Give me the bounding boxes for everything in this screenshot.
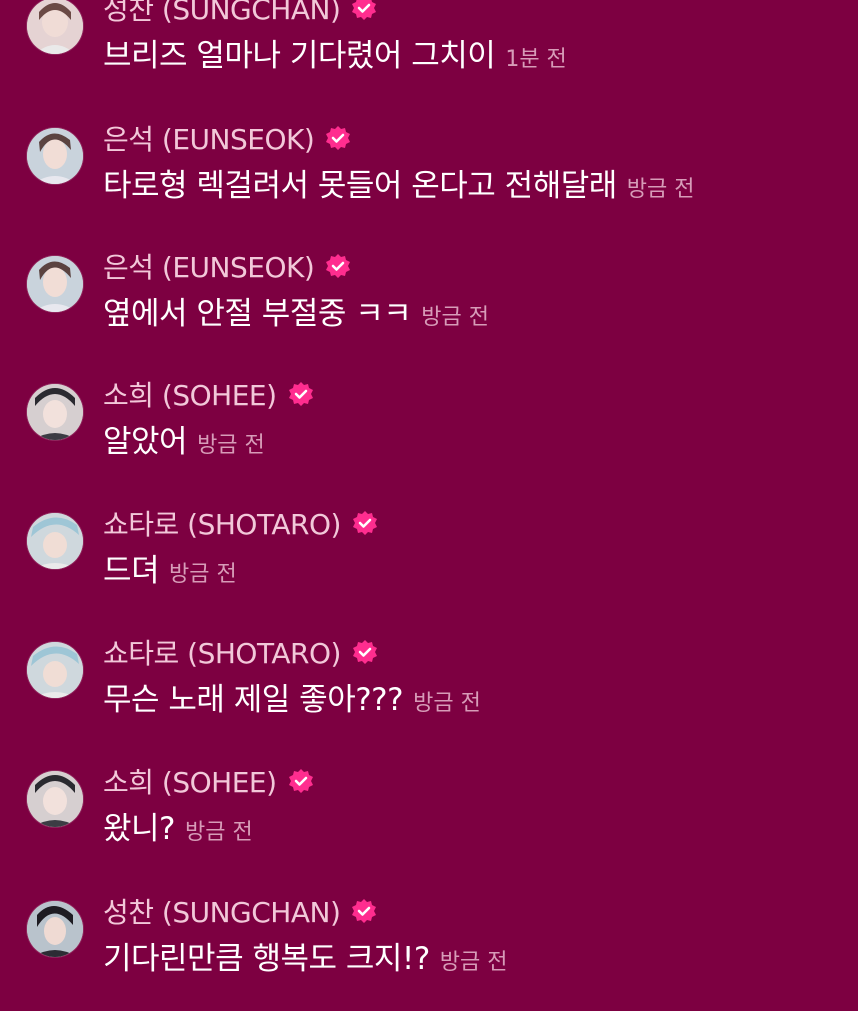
verified-badge-icon [351,509,379,537]
user-avatar[interactable] [27,384,83,440]
message-text: 브리즈 얼마나 기다렸어 그치이 [103,38,496,74]
chat-message: 성찬 (SUNGCHAN) 기다린만큼 행복도 크지!? 방금 전 [0,893,858,1003]
sender-name: 성찬 (SUNGCHAN) [103,0,341,26]
chat-message-list[interactable]: 성찬 (SUNGCHAN) 브리즈 얼마나 기다렸어 그치이 1분 전 은석 (… [0,0,858,1011]
verified-badge-icon [350,0,378,22]
message-time: 방금 전 [413,691,481,716]
chat-message: 쇼타로 (SHOTARO) 드뎌 방금 전 [0,505,858,615]
verified-badge-icon [324,252,352,280]
message-time: 방금 전 [421,305,489,330]
user-avatar[interactable] [27,0,83,54]
verified-badge-icon [351,638,379,666]
user-avatar[interactable] [27,771,83,827]
sender-name: 쇼타로 (SHOTARO) [103,637,341,670]
message-time: 방금 전 [185,820,253,845]
user-avatar[interactable] [27,128,83,184]
verified-badge-icon [350,897,378,925]
chat-message: 소희 (SOHEE) 왔니? 방금 전 [0,763,858,873]
chat-message: 소희 (SOHEE) 알았어 방금 전 [0,376,858,486]
message-time: 방금 전 [626,177,695,202]
message-text: 왔니? [103,811,176,847]
user-avatar[interactable] [27,513,83,569]
message-text: 옆에서 안절 부절중 ㅋㅋ [103,296,412,332]
chat-message: 은석 (EUNSEOK) 타로형 렉걸려서 못들어 온다고 전해달래 방금 전 [0,120,858,230]
message-time: 방금 전 [439,950,508,975]
message-time: 방금 전 [197,433,265,458]
chat-message: 쇼타로 (SHOTARO) 무슨 노래 제일 좋아??? 방금 전 [0,634,858,744]
message-text: 기다린만큼 행복도 크지!? [103,941,430,977]
verified-badge-icon [287,767,315,795]
message-text: 무슨 노래 제일 좋아??? [103,682,404,718]
verified-badge-icon [324,124,352,152]
verified-badge-icon [287,380,315,408]
message-time: 방금 전 [169,562,237,587]
chat-message: 은석 (EUNSEOK) 옆에서 안절 부절중 ㅋㅋ 방금 전 [0,248,858,358]
sender-name: 은석 (EUNSEOK) [103,251,315,284]
sender-name: 쇼타로 (SHOTARO) [103,508,341,541]
user-avatar[interactable] [27,642,83,698]
message-text: 타로형 렉걸려서 못들어 온다고 전해달래 [103,168,617,204]
chat-message: 성찬 (SUNGCHAN) 브리즈 얼마나 기다렸어 그치이 1분 전 [0,0,858,100]
user-avatar[interactable] [27,256,83,312]
message-time: 1분 전 [505,47,567,72]
sender-name: 소희 (SOHEE) [103,766,277,799]
sender-name: 은석 (EUNSEOK) [103,123,315,156]
user-avatar[interactable] [27,901,83,957]
sender-name: 소희 (SOHEE) [103,379,277,412]
sender-name: 성찬 (SUNGCHAN) [103,896,341,929]
message-text: 알았어 [103,424,188,460]
message-text: 드뎌 [103,553,160,589]
